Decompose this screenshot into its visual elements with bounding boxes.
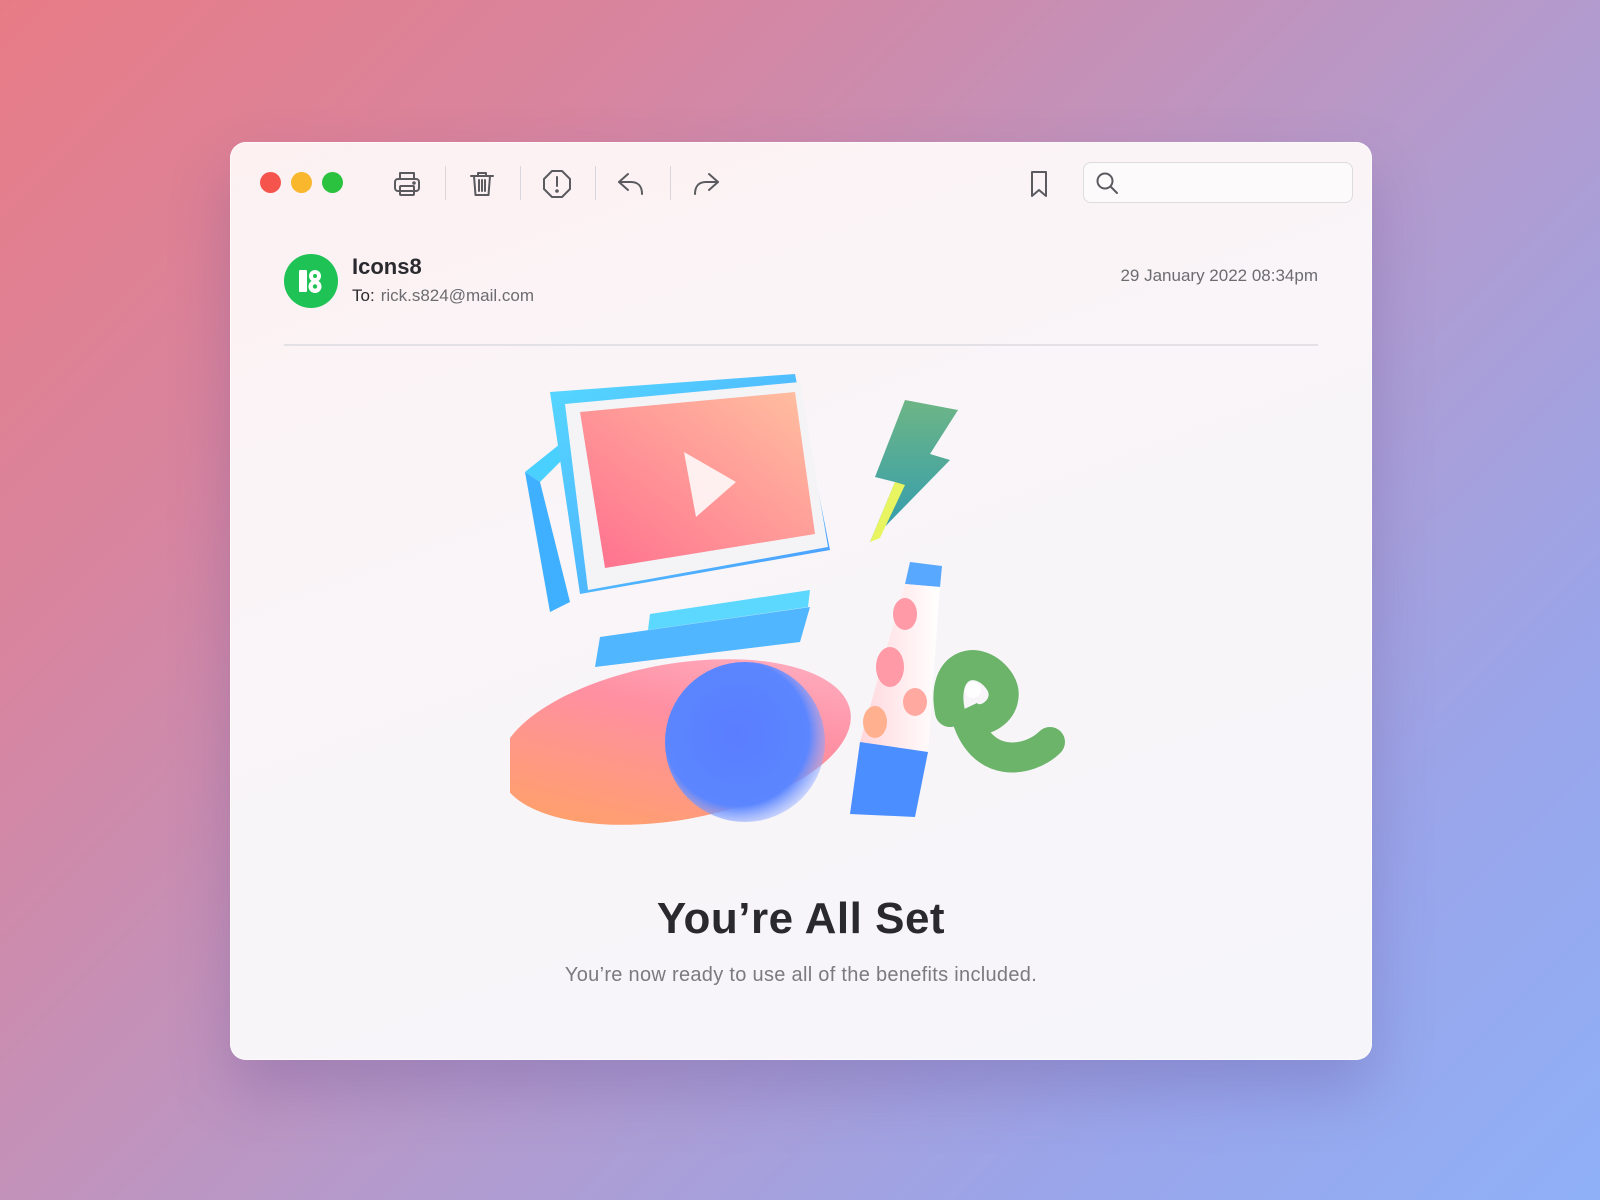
recipient-row: To: rick.s824@mail.com (352, 286, 534, 306)
search-icon (1096, 172, 1118, 194)
toolbar-separator (595, 166, 596, 200)
to-label: To: (352, 286, 375, 305)
sender-name: Icons8 (352, 254, 422, 279)
reply-button[interactable] (611, 164, 651, 204)
icons8-logo-icon (299, 270, 322, 293)
header-divider (284, 344, 1318, 346)
confirmation-subtitle: You’re now ready to use all of the benef… (564, 964, 1038, 986)
toolbar-separator (520, 166, 521, 200)
search-field[interactable] (1083, 162, 1353, 203)
report-junk-icon (543, 170, 571, 198)
minimize-window-button[interactable] (291, 172, 312, 193)
printer-icon (394, 172, 420, 196)
reply-icon (618, 173, 643, 195)
email-date: 29 January 2022 08:34pm (1120, 266, 1318, 285)
close-window-button[interactable] (260, 172, 281, 193)
trash-icon (470, 172, 494, 196)
email-header: Icons8 To: rick.s824@mail.com 29 January … (284, 252, 1318, 352)
bookmark-icon (1031, 171, 1047, 197)
junk-button[interactable] (537, 164, 577, 204)
toolbar-separator (445, 166, 446, 200)
delete-button[interactable] (462, 164, 502, 204)
zoom-window-button[interactable] (322, 172, 343, 193)
recipient-address[interactable]: rick.s824@mail.com (381, 286, 534, 305)
print-button[interactable] (387, 164, 427, 204)
toolbar (230, 142, 1372, 222)
sender-avatar (284, 254, 338, 308)
confirmation-title: You’re All Set (656, 894, 946, 943)
bookmark-button[interactable] (1019, 164, 1059, 204)
forward-icon (694, 173, 719, 195)
toolbar-separator (670, 166, 671, 200)
search-input[interactable] (1128, 163, 1352, 202)
illustration-image (510, 374, 1065, 825)
forward-button[interactable] (686, 164, 726, 204)
mail-window: Icons8 To: rick.s824@mail.com 29 January … (230, 142, 1372, 1060)
